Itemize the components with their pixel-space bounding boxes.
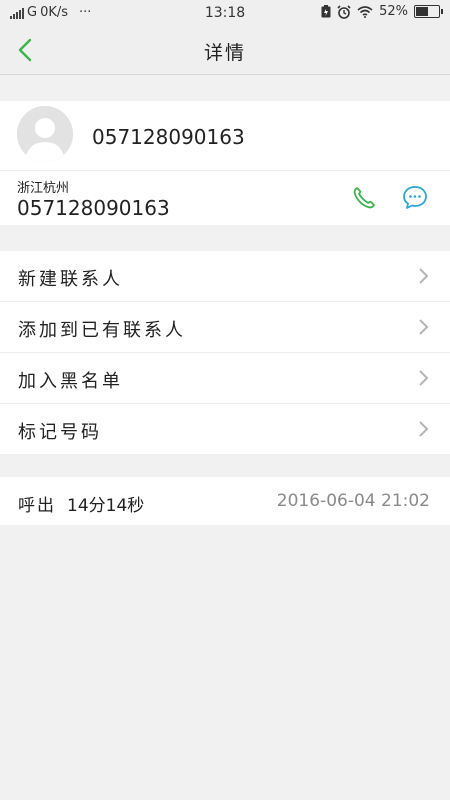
chevron-right-icon <box>419 421 429 437</box>
header: 详情 <box>0 26 450 75</box>
menu-item-label: 加入黑名单 <box>18 371 123 392</box>
action-menu: 新建联系人 添加到已有联系人 加入黑名单 标记号码 <box>0 251 450 454</box>
menu-item-label: 新建联系人 <box>18 269 123 290</box>
phone-icon[interactable] <box>350 184 378 212</box>
message-icon[interactable] <box>400 183 430 213</box>
battery-icon <box>414 5 443 18</box>
chevron-right-icon <box>419 268 429 284</box>
status-right: 52% <box>321 4 443 19</box>
status-bar: G 0K/s ··· 13:18 52% <box>0 0 450 26</box>
card-divider <box>0 170 450 171</box>
contact-name: 057128090163 <box>92 125 245 149</box>
menu-item-label: 添加到已有联系人 <box>18 320 186 341</box>
phone-location: 浙江杭州 <box>17 181 70 196</box>
contact-card: 057128090163 浙江杭州 057128090163 <box>0 101 450 225</box>
battery-percent: 52% <box>379 4 408 19</box>
menu-item-mark-number[interactable]: 标记号码 <box>0 404 450 454</box>
page-title: 详情 <box>203 42 246 64</box>
wifi-icon <box>357 5 373 18</box>
call-type: 呼出 <box>18 496 56 516</box>
chevron-right-icon <box>419 370 429 386</box>
battery-saver-icon <box>321 5 331 18</box>
default-avatar-icon <box>17 106 73 162</box>
menu-item-add-to-existing[interactable]: 添加到已有联系人 <box>0 302 450 353</box>
menu-item-label: 标记号码 <box>18 422 102 443</box>
phone-number[interactable]: 057128090163 <box>17 196 170 220</box>
chevron-right-icon <box>419 319 429 335</box>
menu-item-blacklist[interactable]: 加入黑名单 <box>0 353 450 404</box>
call-timestamp: 2016-06-04 21:02 <box>276 491 430 511</box>
menu-item-new-contact[interactable]: 新建联系人 <box>0 251 450 302</box>
avatar <box>17 106 73 162</box>
call-log-entry[interactable]: 呼出 14分14秒 2016-06-04 21:02 <box>0 477 450 525</box>
alarm-icon <box>337 4 351 19</box>
call-duration: 14分14秒 <box>67 496 145 516</box>
